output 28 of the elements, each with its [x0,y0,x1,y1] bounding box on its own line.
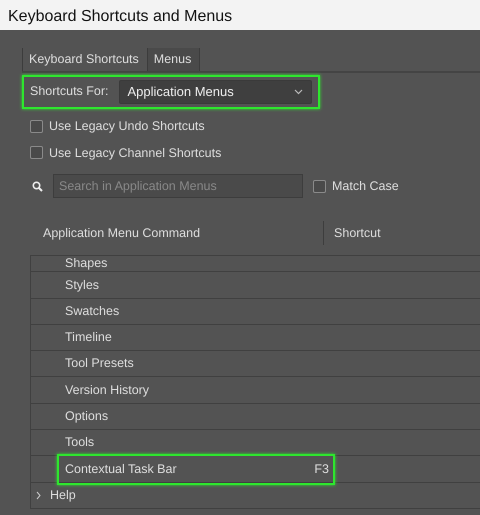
menu-command[interactable]: Contextual Task Bar [65,460,177,479]
search-icon [32,180,43,192]
checkbox[interactable] [30,146,43,160]
column-header[interactable]: Application Menu Command [43,224,200,243]
chevron-down-icon [294,88,303,95]
shortcut-key: F3 [314,460,329,479]
chevron-right-icon[interactable] [36,490,42,500]
window-title: Keyboard Shortcuts and Menus [0,0,480,30]
tab[interactable]: Keyboard Shortcuts [22,48,148,71]
menu-command[interactable]: Options [65,407,108,426]
menu-command[interactable]: Swatches [65,302,120,321]
tab[interactable]: Menus [148,48,200,71]
menu-command[interactable]: Styles [65,276,100,294]
field-label: Shortcuts For: [30,83,108,100]
menu-command[interactable]: Version History [65,380,150,400]
checkbox-label: Use Legacy Undo Shortcuts [49,118,205,135]
checkbox[interactable] [30,120,43,133]
menu-command[interactable]: Timeline [65,328,112,347]
menu-command[interactable]: Tools [65,433,94,452]
column-header[interactable]: Shortcut [334,224,381,243]
search-field[interactable]: Search in Application Menus [53,174,303,198]
checkbox-label: Use Legacy Channel Shortcuts [49,144,222,162]
checkbox-label: Match Case [332,178,399,195]
menu-command[interactable]: Shapes [65,254,108,274]
shortcuts-for-dropdown[interactable]: Application Menus [118,80,312,104]
menu-command[interactable]: Tool Presets [65,354,134,374]
checkbox[interactable] [313,180,326,193]
menu-group[interactable]: Help [50,486,76,505]
